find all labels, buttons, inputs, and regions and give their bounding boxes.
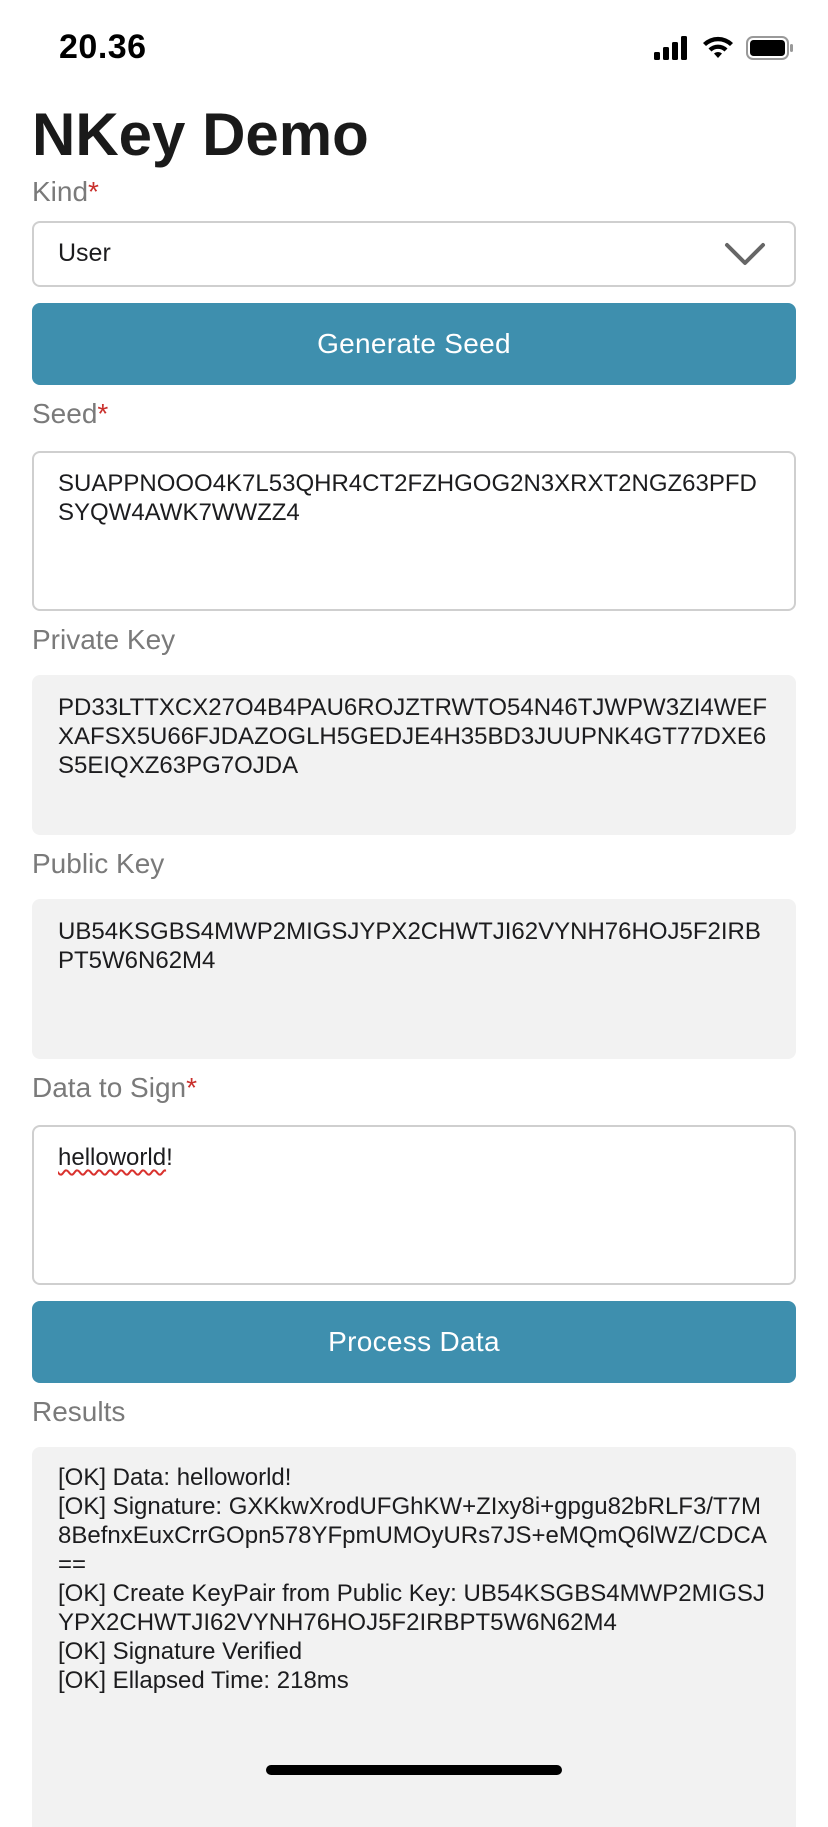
result-line: [OK] Signature Verified [58, 1638, 303, 1665]
data-to-sign-field[interactable]: helloworld! [32, 1125, 796, 1285]
seed-field[interactable]: SUAPPNOOO4K7L53QHR4CT2FZHGOG2N3XRXT2NGZ6… [32, 451, 796, 611]
kind-label: Kind* [32, 175, 796, 209]
wifi-icon [702, 36, 734, 65]
result-line: [OK] Ellapsed Time: 218ms [58, 1667, 349, 1694]
seed-label-text: Seed [32, 398, 98, 429]
required-marker: * [186, 1072, 198, 1103]
misspelled-word: helloworld [58, 1144, 167, 1171]
status-time: 20.36 [59, 28, 147, 66]
kind-label-text: Kind [32, 176, 89, 207]
main-content: NKey Demo Kind* User Generate Seed Seed*… [32, 95, 796, 1827]
status-bar: 20.36 [0, 0, 828, 100]
data-to-sign-label-text: Data to Sign [32, 1072, 187, 1103]
result-line: [OK] Signature: GXKkwXrodUFGhKW+ZIxy8i+g… [58, 1493, 767, 1578]
required-marker: * [88, 176, 99, 207]
private-key-field: PD33LTTXCX27O4B4PAU6ROJZTRWTO54N46TJWPW3… [32, 675, 796, 835]
result-line: [OK] Data: helloworld! [58, 1464, 292, 1491]
data-to-sign-suffix: ! [166, 1144, 173, 1171]
private-key-label: Private Key [32, 624, 176, 655]
results-label: Results [32, 1396, 126, 1427]
public-key-label: Public Key [32, 848, 165, 879]
kind-select-value: User [58, 239, 111, 267]
process-data-button[interactable]: Process Data [32, 1301, 796, 1383]
required-marker: * [97, 398, 109, 429]
battery-icon [746, 36, 794, 65]
kind-select[interactable]: User [32, 221, 796, 287]
public-key-field: UB54KSGBS4MWP2MIGSJYPX2CHWTJI62VYNH76HOJ… [32, 899, 796, 1059]
seed-label: Seed* [32, 397, 796, 431]
result-line: [OK] Create KeyPair from Public Key: UB5… [58, 1580, 765, 1636]
page-title: NKey Demo [32, 101, 369, 168]
generate-seed-button[interactable]: Generate Seed [32, 303, 796, 385]
chevron-down-icon [724, 241, 766, 272]
data-to-sign-label: Data to Sign* [32, 1071, 796, 1105]
home-indicator[interactable] [266, 1765, 562, 1775]
status-icons [654, 36, 794, 65]
signal-icon [654, 36, 690, 65]
